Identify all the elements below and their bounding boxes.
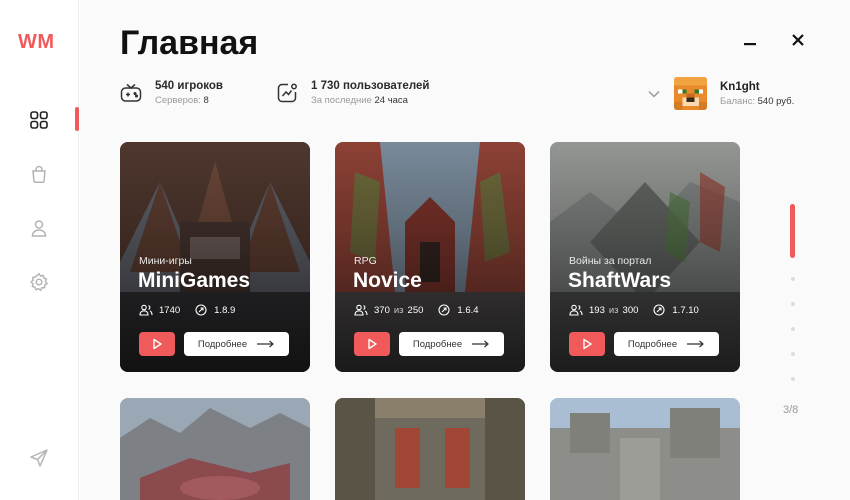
play-icon <box>153 338 162 350</box>
server-meta: 1740 1.8.9 <box>139 303 235 317</box>
user-balance: Баланс: 540 руб. <box>720 95 795 107</box>
version-icon <box>194 303 208 317</box>
scroll-thumb[interactable] <box>790 204 795 258</box>
server-card-shaftwars[interactable]: Войны за портал ShaftWars 193 из 300 1.7… <box>550 142 740 372</box>
sidebar: WM <box>0 0 79 500</box>
nav-active-indicator <box>75 107 79 131</box>
server-players: 370 <box>374 304 390 316</box>
gear-icon[interactable] <box>27 270 51 294</box>
avatar[interactable] <box>674 77 707 110</box>
play-icon <box>583 338 592 350</box>
server-card[interactable] <box>550 398 740 500</box>
server-players-max: 250 <box>407 304 424 316</box>
server-card-novice[interactable]: RPG Novice 370 из 250 1.6.4 Подробнее <box>335 142 525 372</box>
play-button[interactable] <box>354 332 390 356</box>
server-genre: Войны за портал <box>569 255 652 267</box>
server-name: Novice <box>353 269 422 292</box>
minimize-icon <box>744 43 756 46</box>
server-players: 1740 <box>159 304 181 316</box>
server-image <box>120 398 310 500</box>
send-icon[interactable] <box>27 446 51 470</box>
players-stat: 540 игроков Серверов: 8 <box>120 80 223 106</box>
server-name: MiniGames <box>138 269 251 292</box>
users-icon <box>569 303 583 317</box>
scroll-indicator[interactable] <box>790 200 796 390</box>
version-icon <box>652 303 666 317</box>
close-icon <box>792 34 804 46</box>
server-players-max: 300 <box>622 304 639 316</box>
players-count: 540 игроков <box>155 80 223 92</box>
play-icon <box>368 338 377 350</box>
play-button[interactable] <box>139 332 175 356</box>
page-title: Главная <box>120 24 259 62</box>
main-content: Главная 540 игроков Серверов: 8 1 730 по… <box>80 0 850 500</box>
arrow-right-icon <box>687 340 705 348</box>
server-card-minigames[interactable]: Мини-игры MiniGames 1740 1.8.9 Подробнее <box>120 142 310 372</box>
details-button[interactable]: Подробнее <box>184 332 289 356</box>
details-button[interactable]: Подробнее <box>399 332 504 356</box>
users-icon <box>354 303 368 317</box>
activity-chart-icon <box>276 82 298 104</box>
server-version: 1.7.10 <box>672 304 699 316</box>
app-logo[interactable]: WM <box>18 31 55 54</box>
user-profile[interactable]: Kn1ght Баланс: 540 руб. <box>648 77 794 110</box>
users-icon <box>139 303 153 317</box>
details-button[interactable]: Подробнее <box>614 332 719 356</box>
users-count: 1 730 пользователей <box>311 80 430 92</box>
gamepad-icon <box>120 82 142 104</box>
server-meta: 193 из 300 1.7.10 <box>569 303 699 317</box>
server-image <box>335 398 525 500</box>
play-button[interactable] <box>569 332 605 356</box>
version-icon <box>437 303 451 317</box>
users-stat: 1 730 пользователей За последние 24 часа <box>276 80 429 106</box>
server-genre: RPG <box>354 255 377 267</box>
users-period: За последние 24 часа <box>311 95 408 106</box>
server-meta: 370 из 250 1.6.4 <box>354 303 479 317</box>
server-name: ShaftWars <box>568 269 672 292</box>
server-image <box>550 398 740 500</box>
arrow-right-icon <box>257 340 275 348</box>
user-name: Kn1ght <box>720 80 760 93</box>
minimize-button[interactable] <box>740 30 760 50</box>
servers-count: Серверов: 8 <box>155 95 209 106</box>
server-version: 1.6.4 <box>457 304 479 316</box>
chevron-down-icon[interactable] <box>648 85 662 103</box>
grid-icon[interactable] <box>27 108 51 132</box>
arrow-right-icon <box>472 340 490 348</box>
server-genre: Мини-игры <box>139 255 192 267</box>
server-players: 193 <box>589 304 605 316</box>
server-card[interactable] <box>335 398 525 500</box>
shopping-bag-icon[interactable] <box>27 162 51 186</box>
close-button[interactable] <box>788 30 808 50</box>
page-counter: 3/8 <box>783 404 799 416</box>
user-icon[interactable] <box>27 216 51 240</box>
server-card[interactable] <box>120 398 310 500</box>
server-version: 1.8.9 <box>214 304 236 316</box>
